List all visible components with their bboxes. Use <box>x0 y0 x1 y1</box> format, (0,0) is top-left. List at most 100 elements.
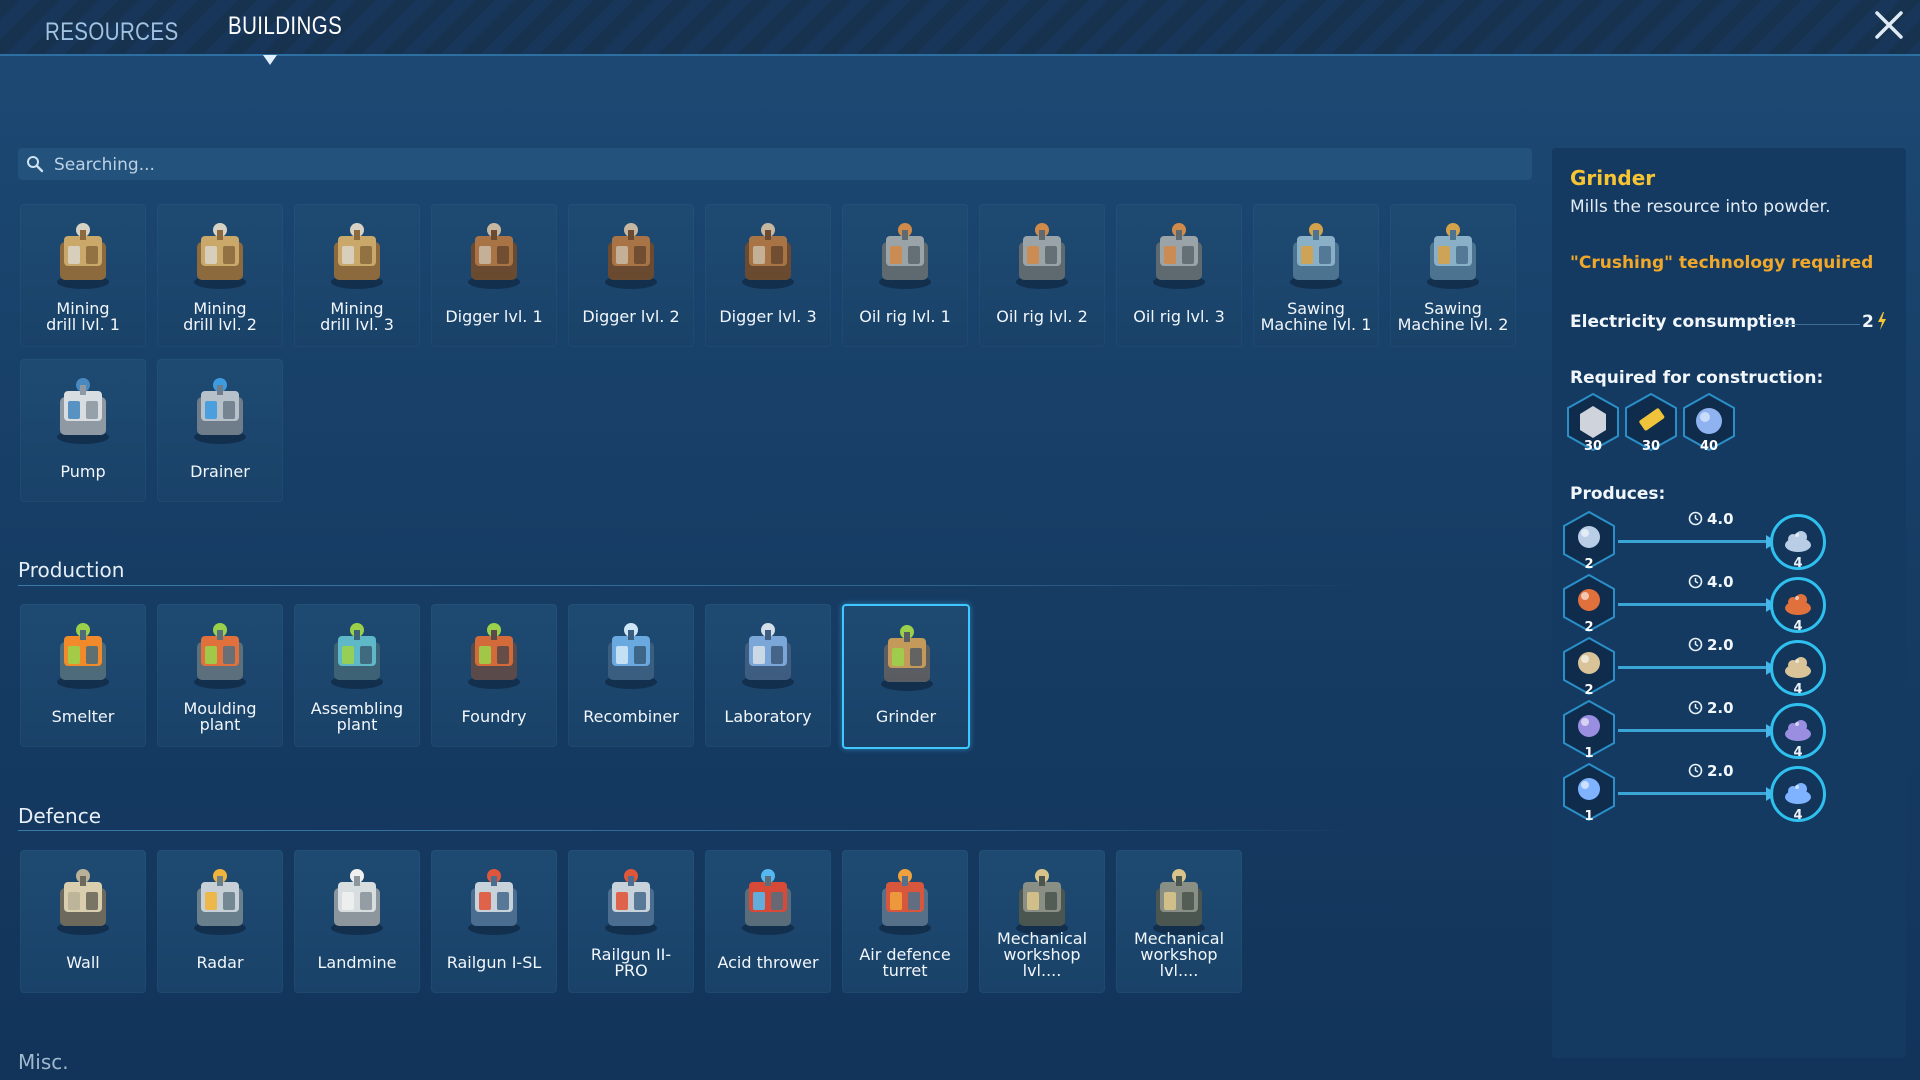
mining-drill-icon <box>57 223 109 289</box>
output-resource: 4 <box>1770 766 1826 823</box>
building-description: Mills the resource into powder. <box>1570 197 1831 217</box>
oil-rig-icon <box>879 223 931 289</box>
building-tile-foundry[interactable]: Foundry <box>431 604 557 747</box>
building-tile-air-defence-turret[interactable]: Air defence turret <box>842 850 968 993</box>
mining-drill-icon <box>194 223 246 289</box>
building-tile-mining-drill[interactable]: Mining drill lvl. 3 <box>294 204 420 347</box>
top-tab-bar: RESOURCES BUILDINGS <box>0 0 1920 56</box>
output-count: 4 <box>1793 808 1803 823</box>
tab-resources[interactable]: RESOURCES <box>45 18 179 47</box>
building-tile-mining-drill[interactable]: Mining drill lvl. 1 <box>20 204 146 347</box>
powder-icon <box>1785 531 1811 552</box>
building-label: Landmine <box>317 953 397 972</box>
input-resource: 1 <box>1562 762 1616 824</box>
sawing-machine-icon <box>1427 223 1479 289</box>
pump-icon <box>57 378 109 444</box>
building-tile-oil-rig[interactable]: Oil rig lvl. 1 <box>842 204 968 347</box>
building-tile-mechanical-workshop[interactable]: Mechanical workshop lvl.... <box>1116 850 1242 993</box>
building-label: Oil rig lvl. 1 <box>859 307 951 326</box>
building-tile-radar[interactable]: Radar <box>157 850 283 993</box>
search-icon <box>27 156 44 173</box>
building-label: Railgun II- PRO <box>590 945 672 980</box>
acid-thrower-icon <box>742 869 794 935</box>
clock-icon <box>1688 763 1703 778</box>
building-tile-sawing-machine[interactable]: Sawing Machine lvl. 1 <box>1253 204 1379 347</box>
digger-icon <box>468 223 520 289</box>
building-tile-drainer[interactable]: Drainer <box>157 359 283 502</box>
output-resource: 4 <box>1770 703 1826 760</box>
building-tile-digger[interactable]: Digger lvl. 2 <box>568 204 694 347</box>
building-tile-pump[interactable]: Pump <box>20 359 146 502</box>
building-tile-sawing-machine[interactable]: Sawing Machine lvl. 2 <box>1390 204 1516 347</box>
building-label: Sawing Machine lvl. 1 <box>1260 299 1372 334</box>
production-time: 4.0 <box>1707 510 1734 528</box>
building-label: Sawing Machine lvl. 2 <box>1397 299 1509 334</box>
building-label: Oil rig lvl. 3 <box>1133 307 1225 326</box>
building-tile-mechanical-workshop[interactable]: Mechanical workshop lvl.... <box>979 850 1105 993</box>
building-label: Grinder <box>875 707 937 726</box>
input-resource: 2 <box>1562 510 1616 572</box>
railgun-icon <box>605 869 657 935</box>
building-label: Smelter <box>51 707 115 726</box>
radar-icon <box>194 869 246 935</box>
building-tile-oil-rig[interactable]: Oil rig lvl. 3 <box>1116 204 1242 347</box>
building-tile-railgun[interactable]: Railgun I-SL <box>431 850 557 993</box>
building-label: Laboratory <box>724 707 812 726</box>
building-label: Pump <box>60 462 106 481</box>
clock-icon <box>1688 511 1703 526</box>
clock-icon <box>1688 574 1703 589</box>
building-tile-smelter[interactable]: Smelter <box>20 604 146 747</box>
railgun-icon <box>468 869 520 935</box>
produce-row: 2 4.0 4 <box>1562 573 1826 635</box>
building-label: Mechanical workshop lvl.... <box>996 929 1088 980</box>
building-tile-recombiner[interactable]: Recombiner <box>568 604 694 747</box>
building-tile-mining-drill[interactable]: Mining drill lvl. 2 <box>157 204 283 347</box>
building-tile-landmine[interactable]: Landmine <box>294 850 420 993</box>
search-input[interactable] <box>52 148 1516 182</box>
output-resource: 4 <box>1770 514 1826 571</box>
close-icon[interactable] <box>1872 8 1906 42</box>
metal-plate-cost: 30 <box>1566 392 1620 454</box>
tab-buildings[interactable]: BUILDINGS <box>228 12 342 41</box>
cost-count: 30 <box>1641 439 1661 454</box>
section-divider <box>18 585 1368 586</box>
building-label: Acid thrower <box>717 953 819 972</box>
conversion-arrow <box>1618 666 1770 669</box>
building-label: Foundry <box>461 707 527 726</box>
building-tile-grinder[interactable]: Grinder <box>842 604 970 749</box>
building-label: Mining drill lvl. 2 <box>183 299 257 334</box>
laboratory-icon <box>742 623 794 689</box>
building-label: Drainer <box>190 462 250 481</box>
assembling-plant-icon <box>331 623 383 689</box>
building-label: Radar <box>196 953 244 972</box>
building-tile-assembling-plant[interactable]: Assembling plant <box>294 604 420 747</box>
dotted-leader <box>1772 324 1860 325</box>
building-tile-wall[interactable]: Wall <box>20 850 146 993</box>
building-tile-oil-rig[interactable]: Oil rig lvl. 2 <box>979 204 1105 347</box>
wall-icon <box>57 869 109 935</box>
lightning-icon <box>1878 312 1886 330</box>
technology-requirement: "Crushing" technology required <box>1570 253 1874 273</box>
production-time: 2.0 <box>1707 699 1734 717</box>
building-tile-railgun[interactable]: Railgun II- PRO <box>568 850 694 993</box>
building-tile-laboratory[interactable]: Laboratory <box>705 604 831 747</box>
building-tile-acid-thrower[interactable]: Acid thrower <box>705 850 831 993</box>
building-tile-digger[interactable]: Digger lvl. 1 <box>431 204 557 347</box>
output-count: 4 <box>1793 556 1803 571</box>
input-resource: 2 <box>1562 636 1616 698</box>
building-label: Air defence turret <box>859 945 951 980</box>
building-label: Moulding plant <box>183 699 257 734</box>
building-tile-digger[interactable]: Digger lvl. 3 <box>705 204 831 347</box>
powder-icon <box>1785 594 1811 615</box>
building-label: Oil rig lvl. 2 <box>996 307 1088 326</box>
building-tile-moulding-plant[interactable]: Moulding plant <box>157 604 283 747</box>
clock-icon <box>1688 700 1703 715</box>
building-label: Mechanical workshop lvl.... <box>1133 929 1225 980</box>
input-resource: 1 <box>1562 699 1616 761</box>
produces-label: Produces: <box>1570 484 1666 504</box>
conversion-arrow <box>1618 792 1770 795</box>
oil-rig-icon <box>1016 223 1068 289</box>
landmine-icon <box>331 869 383 935</box>
output-resource: 4 <box>1770 640 1826 697</box>
output-count: 4 <box>1793 682 1803 697</box>
